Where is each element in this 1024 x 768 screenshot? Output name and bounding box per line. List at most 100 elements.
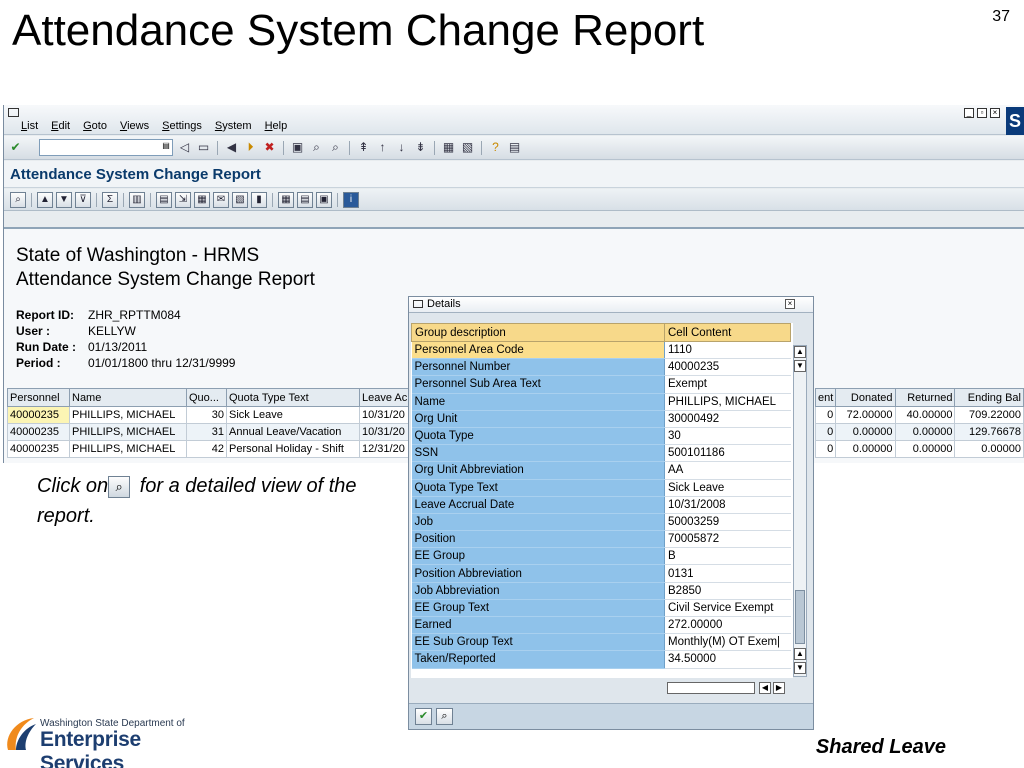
restore-icon[interactable]: ▫ bbox=[977, 108, 987, 118]
window-menu-icon[interactable] bbox=[8, 108, 19, 117]
exit-icon[interactable]: ⏵ bbox=[243, 140, 258, 155]
table-row[interactable]: 0 72.00000 40.00000 709.22000 bbox=[814, 406, 1024, 424]
table-row[interactable]: 0 0.00000 0.00000 0.00000 bbox=[814, 440, 1024, 458]
details-magnifier-icon[interactable]: ⌕ bbox=[10, 191, 26, 208]
table-row[interactable]: 40000235 PHILLIPS, MICHAEL 42 Personal H… bbox=[7, 440, 412, 458]
details-row[interactable]: Earned 272.00000 bbox=[411, 616, 791, 635]
col-ending-balance[interactable]: Ending Bal bbox=[954, 388, 1024, 407]
close-icon[interactable]: × bbox=[785, 299, 795, 309]
sort-ascending-icon[interactable]: ▲ bbox=[37, 191, 53, 208]
details-row[interactable]: Quota Type Text Sick Leave bbox=[411, 479, 791, 497]
details-row[interactable]: Job 50003259 bbox=[411, 513, 791, 532]
abc-analysis-icon[interactable]: ▧ bbox=[232, 191, 248, 208]
cell-spent[interactable]: 0 bbox=[814, 423, 837, 441]
print-icon[interactable]: ▣ bbox=[290, 140, 305, 155]
col-leave-accrual[interactable]: Leave Ac bbox=[359, 388, 412, 407]
value-cell[interactable]: 272.00000 bbox=[664, 616, 791, 635]
shortcut-icon[interactable]: ▧ bbox=[460, 140, 475, 155]
scroll-up-icon[interactable]: ▲ bbox=[794, 346, 806, 358]
cell-quota[interactable]: 42 bbox=[186, 440, 227, 458]
menu-system[interactable]: System bbox=[215, 120, 252, 132]
cell-leave-accrual[interactable]: 10/31/20 bbox=[359, 423, 412, 441]
cancel-icon[interactable]: ✖ bbox=[262, 140, 277, 155]
select-layout-icon[interactable]: ▤ bbox=[297, 191, 313, 208]
col-cell-content[interactable]: Cell Content bbox=[664, 323, 791, 342]
menu-list[interactable]: List bbox=[21, 120, 38, 132]
export-icon[interactable]: ⇲ bbox=[175, 191, 191, 208]
cell-name[interactable]: PHILLIPS, MICHAEL bbox=[69, 423, 187, 441]
collapse-icon[interactable]: ◁ bbox=[177, 140, 192, 155]
value-cell[interactable]: 0131 bbox=[664, 564, 791, 583]
value-cell[interactable]: Sick Leave bbox=[664, 479, 791, 497]
print-preview-icon[interactable]: ▥ bbox=[129, 191, 145, 208]
details-row[interactable]: EE Group Text Civil Service Exempt bbox=[411, 599, 791, 618]
layout-menu-icon[interactable]: ▤ bbox=[507, 140, 522, 155]
value-cell[interactable]: AA bbox=[664, 461, 791, 480]
details-row[interactable]: Leave Accrual Date 10/31/2008 bbox=[411, 496, 791, 514]
details-row[interactable]: Personnel Sub Area Text Exempt bbox=[411, 375, 791, 394]
details-row[interactable]: Quota Type 30 bbox=[411, 427, 791, 446]
cell-returned[interactable]: 0.00000 bbox=[894, 423, 956, 441]
cell-leave-accrual[interactable]: 10/31/20 bbox=[359, 406, 412, 424]
value-cell[interactable]: B2850 bbox=[664, 582, 791, 600]
value-cell[interactable]: 1110 bbox=[664, 341, 791, 360]
value-cell[interactable]: Monthly(M) OT Exem| bbox=[664, 633, 791, 652]
details-horizontal-scrollbar[interactable]: ◀ ▶ bbox=[667, 681, 789, 695]
close-icon[interactable]: × bbox=[990, 108, 1000, 118]
word-processing-icon[interactable]: ▤ bbox=[156, 191, 172, 208]
details-row[interactable]: Taken/Reported 34.50000 bbox=[411, 650, 791, 669]
details-row[interactable]: EE Sub Group Text Monthly(M) OT Exem| bbox=[411, 633, 791, 652]
cell-quota-type-text[interactable]: Sick Leave bbox=[226, 406, 360, 424]
col-name[interactable]: Name bbox=[69, 388, 187, 407]
col-group-description[interactable]: Group description bbox=[411, 323, 665, 342]
minimize-icon[interactable]: _ bbox=[964, 108, 974, 118]
col-personnel[interactable]: Personnel bbox=[7, 388, 70, 407]
scroll-left-icon[interactable]: ◀ bbox=[759, 682, 771, 694]
enter-icon[interactable]: ✔ bbox=[8, 140, 23, 155]
table-row[interactable]: 0 0.00000 0.00000 129.76678 bbox=[814, 423, 1024, 441]
col-returned[interactable]: Returned bbox=[894, 388, 956, 407]
menu-help[interactable]: Help bbox=[265, 120, 288, 132]
col-quota[interactable]: Quo... bbox=[186, 388, 227, 407]
first-page-icon[interactable]: ⇞ bbox=[356, 140, 371, 155]
cell-quota[interactable]: 30 bbox=[186, 406, 227, 424]
scroll-track[interactable] bbox=[667, 682, 755, 694]
cell-personnel[interactable]: 40000235 bbox=[7, 423, 70, 441]
menu-views[interactable]: Views bbox=[120, 120, 149, 132]
back-icon[interactable]: ◀ bbox=[224, 140, 239, 155]
value-cell[interactable]: 50003259 bbox=[664, 513, 791, 532]
value-cell[interactable]: Civil Service Exempt bbox=[664, 599, 791, 618]
cell-ending-balance[interactable]: 709.22000 bbox=[954, 406, 1024, 424]
graphic-icon[interactable]: ▮ bbox=[251, 191, 267, 208]
cell-returned[interactable]: 0.00000 bbox=[894, 440, 956, 458]
col-spent[interactable]: ent bbox=[814, 388, 837, 407]
information-icon[interactable]: i bbox=[343, 191, 359, 208]
find-next-icon[interactable]: ⌕ bbox=[328, 140, 343, 155]
details-row[interactable]: SSN 500101186 bbox=[411, 444, 791, 463]
cell-quota-type-text[interactable]: Annual Leave/Vacation bbox=[226, 423, 360, 441]
value-cell[interactable]: 70005872 bbox=[664, 530, 791, 549]
details-row[interactable]: Org Unit Abbreviation AA bbox=[411, 461, 791, 480]
value-cell[interactable]: 34.50000 bbox=[664, 650, 791, 669]
details-row[interactable]: EE Group B bbox=[411, 547, 791, 566]
menu-goto[interactable]: Goto bbox=[83, 120, 107, 132]
cell-donated[interactable]: 0.00000 bbox=[835, 423, 896, 441]
cell-spent[interactable]: 0 bbox=[814, 440, 837, 458]
details-row[interactable]: Position 70005872 bbox=[411, 530, 791, 549]
local-file-icon[interactable]: ▦ bbox=[194, 191, 210, 208]
details-vertical-scrollbar[interactable]: ▲ ▼ ▲ ▼ bbox=[793, 345, 807, 677]
command-history-icon[interactable]: ▤ bbox=[161, 141, 171, 154]
value-cell[interactable]: 30000492 bbox=[664, 410, 791, 428]
scroll-right-icon[interactable]: ▶ bbox=[773, 682, 785, 694]
menu-settings[interactable]: Settings bbox=[162, 120, 202, 132]
col-quota-type-text[interactable]: Quota Type Text bbox=[226, 388, 360, 407]
details-row[interactable]: Job Abbreviation B2850 bbox=[411, 582, 791, 600]
cell-spent[interactable]: 0 bbox=[814, 406, 837, 424]
table-row[interactable]: 40000235 PHILLIPS, MICHAEL 31 Annual Lea… bbox=[7, 423, 412, 441]
save-layout-icon[interactable]: ▣ bbox=[316, 191, 332, 208]
value-cell[interactable]: Exempt bbox=[664, 375, 791, 394]
value-cell[interactable]: 40000235 bbox=[664, 358, 791, 377]
cell-name[interactable]: PHILLIPS, MICHAEL bbox=[69, 406, 187, 424]
scroll-down-icon[interactable]: ▼ bbox=[794, 662, 806, 674]
cell-donated[interactable]: 72.00000 bbox=[835, 406, 896, 424]
